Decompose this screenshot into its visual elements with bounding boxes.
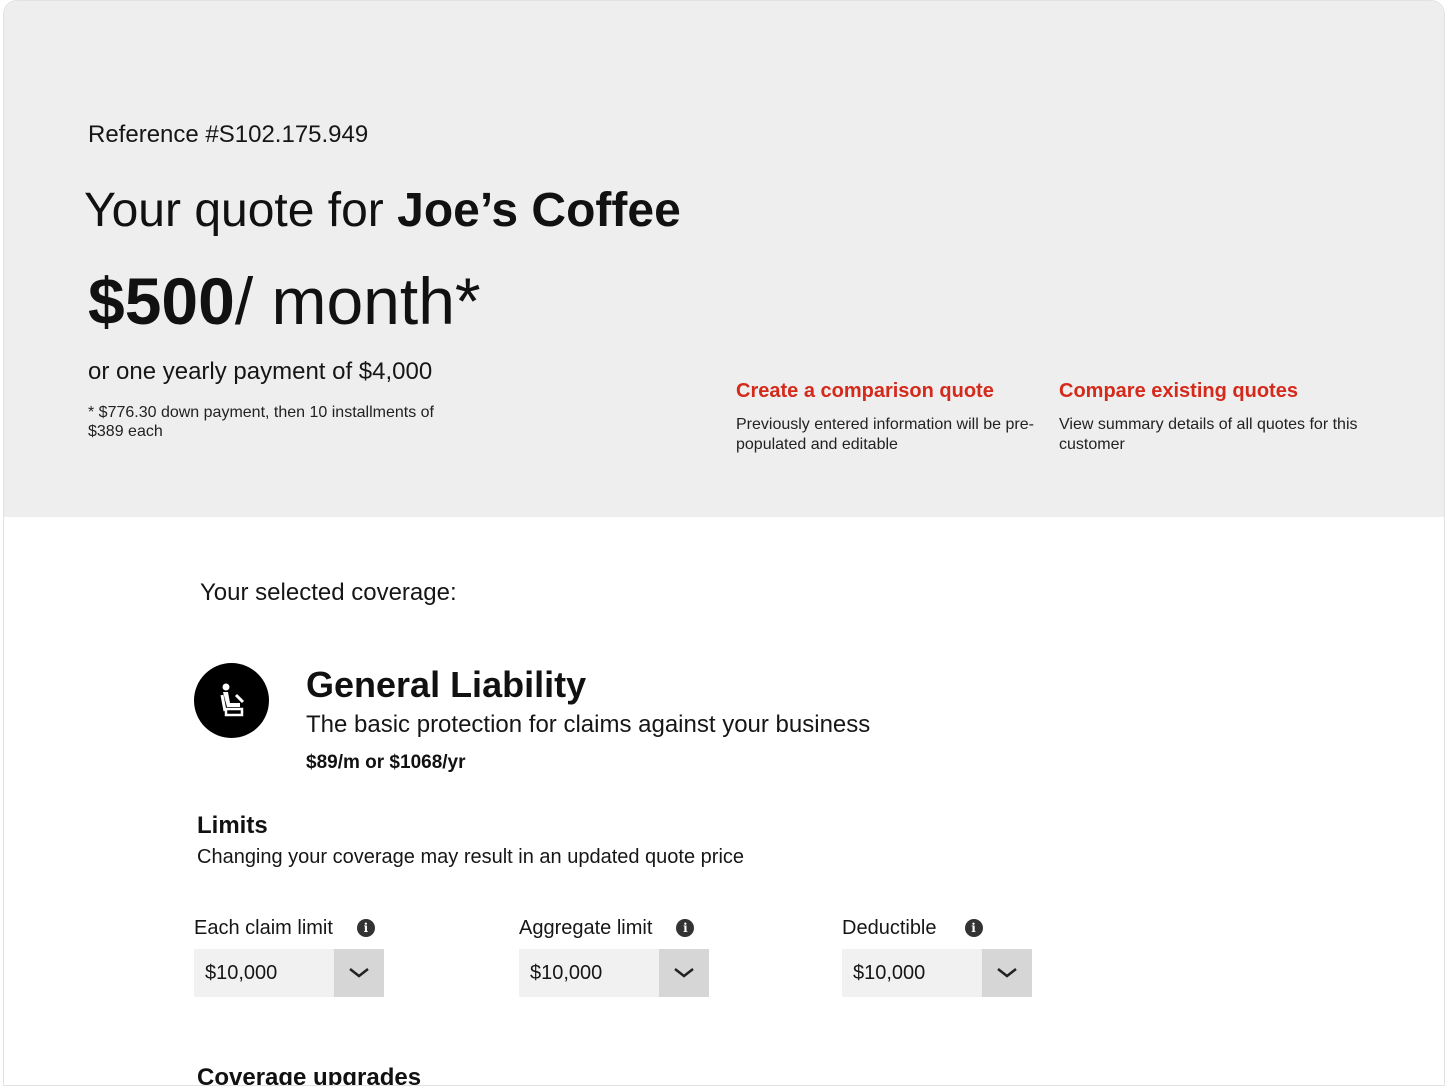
aggregate-limit-field: Aggregate limit i $10,000 [519, 916, 719, 997]
info-icon[interactable]: i [356, 919, 375, 937]
each-claim-limit-value: $10,000 [205, 961, 278, 984]
limits-heading: Limits [197, 812, 268, 839]
comparison-quote-description: Previously entered information will be p… [736, 416, 1034, 453]
create-comparison-quote-link[interactable]: Create a comparison quote [736, 380, 1036, 403]
comparison-quote-action: Create a comparison quote Previously ent… [736, 380, 1036, 455]
aggregate-limit-value: $10,000 [530, 961, 603, 984]
price-amount: $500 [88, 264, 235, 338]
compare-quotes-description: View summary details of all quotes for t… [1059, 416, 1358, 453]
each-claim-limit-field: Each claim limit i $10,000 [194, 916, 394, 997]
deductible-label: Deductible [842, 916, 937, 939]
compare-quotes-action: Compare existing quotes View summary det… [1059, 380, 1359, 455]
coverage-description: The basic protection for claims against … [306, 711, 871, 738]
business-name: Joe’s Coffee [397, 184, 681, 237]
aggregate-limit-select[interactable]: $10,000 [519, 949, 709, 997]
compare-existing-quotes-link[interactable]: Compare existing quotes [1059, 380, 1359, 403]
reference-number: Reference #S102.175.949 [88, 121, 369, 148]
deductible-field: Deductible i $10,000 [842, 916, 1042, 997]
payment-footnote: * $776.30 down payment, then 10 installm… [88, 404, 434, 440]
chevron-down-icon[interactable] [659, 949, 709, 997]
each-claim-limit-select[interactable]: $10,000 [194, 949, 384, 997]
coverage-price: $89/m or $1068/yr [306, 752, 466, 773]
selected-coverage-heading: Your selected coverage: [200, 579, 457, 606]
title-prefix: Your quote for [84, 184, 398, 237]
general-liability-icon [194, 663, 269, 738]
quote-summary-panel: Reference #S102.175.949 Your quote for J… [4, 1, 1444, 517]
chevron-down-icon[interactable] [334, 949, 384, 997]
deductible-value: $10,000 [853, 961, 926, 984]
yearly-payment: or one yearly payment of $4,000 [88, 358, 433, 385]
monthly-price: $500/ month* [88, 263, 481, 339]
info-icon[interactable]: i [676, 919, 695, 937]
each-claim-limit-label: Each claim limit [194, 916, 333, 939]
coverage-name: General Liability [306, 664, 587, 705]
chevron-down-icon[interactable] [982, 949, 1032, 997]
price-period: / month* [234, 264, 481, 338]
quote-page: Reference #S102.175.949 Your quote for J… [3, 0, 1445, 1086]
deductible-select[interactable]: $10,000 [842, 949, 1032, 997]
coverage-upgrades-heading: Coverage upgrades [197, 1064, 422, 1086]
limits-subtitle: Changing your coverage may result in an … [197, 846, 745, 868]
aggregate-limit-label: Aggregate limit [519, 916, 653, 939]
page-title: Your quote for Joe’s Coffee [84, 183, 681, 238]
info-icon[interactable]: i [964, 919, 983, 937]
